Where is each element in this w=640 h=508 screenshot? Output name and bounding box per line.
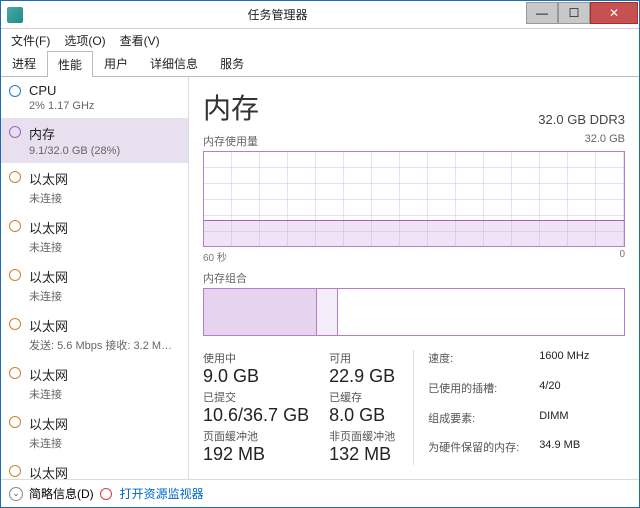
sidebar-item-memory[interactable]: 内存 9.1/32.0 GB (28%): [1, 118, 188, 163]
usage-graph-label: 内存使用量: [203, 133, 258, 149]
ethernet-icon: [9, 367, 21, 379]
ethernet-icon: [9, 416, 21, 428]
sidebar-item-ethernet[interactable]: 以太网发送: 5.6 Mbps 接收: 3.2 Mbps: [1, 310, 188, 359]
stat-form: DIMM: [539, 410, 589, 436]
sidebar-item-sub: 2% 1.17 GHz: [29, 100, 178, 112]
fewer-details-button[interactable]: 简略信息(D): [29, 485, 94, 502]
title-bar: 任务管理器 — ☐ ✕: [1, 1, 639, 29]
x-axis-left: 60 秒: [203, 249, 227, 264]
ethernet-icon: [9, 465, 21, 477]
memory-icon: [9, 126, 21, 138]
sidebar-item-ethernet[interactable]: 以太网未连接: [1, 212, 188, 261]
sidebar-item-cpu[interactable]: CPU 2% 1.17 GHz: [1, 77, 188, 118]
window-controls: — ☐ ✕: [526, 1, 639, 28]
menu-options[interactable]: 选项(O): [58, 30, 111, 51]
footer-bar: ⌄ 简略信息(D) 打开资源监视器: [1, 479, 639, 507]
menu-bar: 文件(F) 选项(O) 查看(V): [1, 29, 639, 51]
stat-slots: 4/20: [539, 380, 589, 406]
ethernet-icon: [9, 269, 21, 281]
sidebar-item-ethernet[interactable]: 以太网未连接: [1, 163, 188, 212]
memory-composition-graph: [203, 288, 625, 336]
resource-monitor-icon: [100, 488, 112, 500]
usage-graph-max: 32.0 GB: [585, 133, 625, 149]
sidebar-item-ethernet[interactable]: 以太网未连接: [1, 457, 188, 479]
composition-label: 内存组合: [203, 270, 625, 286]
stat-committed: 10.6/36.7 GB: [203, 405, 309, 426]
stats-detail: 速度:1600 MHz 已使用的插槽:4/20 组成要素:DIMM 为硬件保留的…: [413, 350, 589, 465]
ethernet-icon: [9, 220, 21, 232]
tab-services[interactable]: 服务: [209, 50, 255, 76]
stat-reserved: 34.9 MB: [539, 439, 589, 465]
tab-details[interactable]: 详细信息: [139, 50, 209, 76]
sidebar-item-sub: 9.1/32.0 GB (28%): [29, 145, 178, 157]
sidebar-item-label: CPU: [29, 83, 178, 98]
sidebar-item-ethernet[interactable]: 以太网未连接: [1, 359, 188, 408]
tab-processes[interactable]: 进程: [1, 50, 47, 76]
memory-usage-graph: [203, 151, 625, 247]
menu-view[interactable]: 查看(V): [114, 30, 166, 51]
close-button[interactable]: ✕: [590, 2, 638, 24]
sidebar[interactable]: CPU 2% 1.17 GHz 内存 9.1/32.0 GB (28%) 以太网…: [1, 77, 189, 479]
stat-nonpaged: 132 MB: [329, 444, 395, 465]
app-icon: [7, 7, 23, 23]
main-panel: 内存 32.0 GB DDR3 内存使用量 32.0 GB 60 秒 0 内存组…: [189, 77, 639, 479]
stats-block: 使用中9.0 GB 可用22.9 GB 已提交10.6/36.7 GB 已缓存8…: [203, 350, 395, 465]
ethernet-icon: [9, 318, 21, 330]
x-axis-right: 0: [619, 249, 625, 264]
open-resource-monitor-link[interactable]: 打开资源监视器: [120, 485, 204, 502]
stat-cached: 8.0 GB: [329, 405, 395, 426]
tab-bar: 进程 性能 用户 详细信息 服务: [1, 51, 639, 77]
page-title: 内存: [203, 87, 259, 127]
memory-spec: 32.0 GB DDR3: [538, 112, 625, 127]
sidebar-item-ethernet[interactable]: 以太网未连接: [1, 261, 188, 310]
stat-speed: 1600 MHz: [539, 350, 589, 376]
tab-performance[interactable]: 性能: [47, 51, 93, 77]
tab-users[interactable]: 用户: [93, 50, 139, 76]
stat-in-use: 9.0 GB: [203, 366, 309, 387]
cpu-icon: [9, 85, 21, 97]
maximize-button[interactable]: ☐: [558, 2, 590, 24]
window-title: 任务管理器: [29, 6, 526, 23]
ethernet-icon: [9, 171, 21, 183]
stat-available: 22.9 GB: [329, 366, 395, 387]
menu-file[interactable]: 文件(F): [5, 30, 56, 51]
sidebar-item-label: 内存: [29, 124, 178, 143]
stat-paged: 192 MB: [203, 444, 309, 465]
sidebar-item-ethernet[interactable]: 以太网未连接: [1, 408, 188, 457]
chevron-down-icon[interactable]: ⌄: [9, 487, 23, 501]
minimize-button[interactable]: —: [526, 2, 558, 24]
